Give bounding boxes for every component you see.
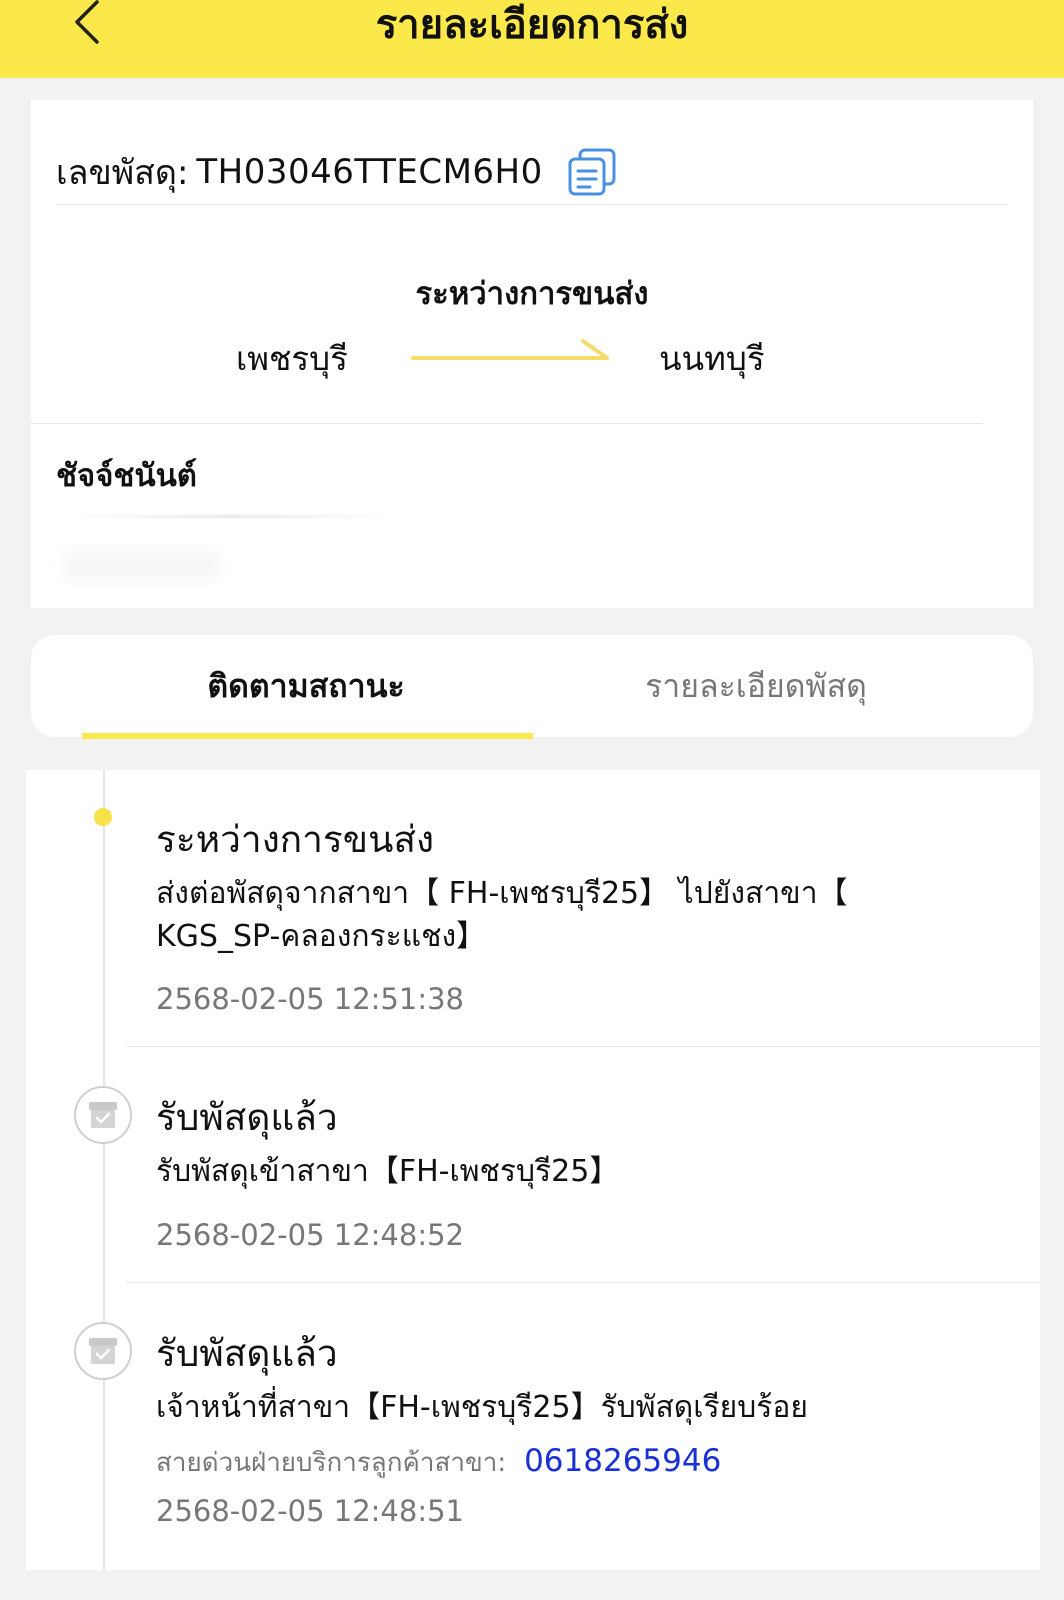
tracking-number[interactable]: TH03046TTECM6H0 (196, 152, 542, 192)
copy-button[interactable] (565, 145, 619, 199)
copy-icon (568, 148, 616, 196)
hotline-label: สายด่วนฝ่ายบริการลูกค้าสาขา: (156, 1448, 507, 1478)
event-title: รับพัสดุแล้ว (156, 1096, 338, 1139)
tab-tracking-status[interactable]: ติดตามสถานะ (81, 635, 531, 737)
arrow-right-icon (411, 339, 609, 360)
divider (126, 1282, 1040, 1283)
top-bar: รายละเอียดการส่ง (0, 0, 1064, 78)
divider (56, 204, 1006, 205)
divider (126, 1046, 1040, 1047)
tracking-timeline: ระหว่างการขนส่ง ส่งต่อพัสดุจากสาขา【 FH-เ… (26, 770, 1040, 1570)
redacted-address (71, 515, 391, 518)
redacted-address (61, 550, 221, 580)
shipment-status: ระหว่างการขนส่ง (415, 276, 649, 312)
event-title: รับพัสดุแล้ว (156, 1332, 338, 1375)
event-title: ระหว่างการขนส่ง (156, 818, 435, 861)
timeline-line (103, 770, 105, 1570)
package-check-icon (74, 1086, 132, 1144)
hotline-row: สายด่วนฝ่ายบริการลูกค้าสาขา: 0618265946 (156, 1442, 721, 1483)
tracking-label: เลขพัสดุ: (56, 153, 189, 193)
event-time: 2568-02-05 12:48:51 (156, 1494, 464, 1528)
event-time: 2568-02-05 12:48:52 (156, 1218, 464, 1252)
tracking-row: เลขพัสดุ: TH03046TTECM6H0 (56, 140, 1006, 204)
recipient-name: ชัจจ์ชนันต์ (56, 458, 197, 494)
tab-bar: ติดตามสถานะ รายละเอียดพัสดุ (31, 635, 1033, 737)
hotline-phone-link[interactable]: 0618265946 (524, 1443, 721, 1479)
package-check-icon (74, 1322, 132, 1380)
event-description: เจ้าหน้าที่สาขา【FH-เพชรบุรี25】รับพัสดุเร… (156, 1390, 808, 1425)
event-description: ส่งต่อพัสดุจากสาขา【 FH-เพชรบุรี25】 ไปยัง… (156, 876, 848, 954)
origin-city: เพชรบุรี (236, 339, 348, 378)
event-description: รับพัสดุเข้าสาขา【FH-เพชรบุรี25】 (156, 1154, 620, 1189)
tab-parcel-details[interactable]: รายละเอียดพัสดุ (531, 635, 981, 737)
page-title: รายละเอียดการส่ง (375, 2, 689, 48)
destination-city: นนทบุรี (659, 339, 765, 378)
divider (31, 423, 983, 424)
parcel-summary-card: เลขพัสดุ: TH03046TTECM6H0 ระหว่างการขนส่… (31, 100, 1033, 608)
active-tab-indicator (82, 733, 533, 739)
current-status-dot (94, 808, 112, 826)
event-time: 2568-02-05 12:51:38 (156, 982, 464, 1016)
